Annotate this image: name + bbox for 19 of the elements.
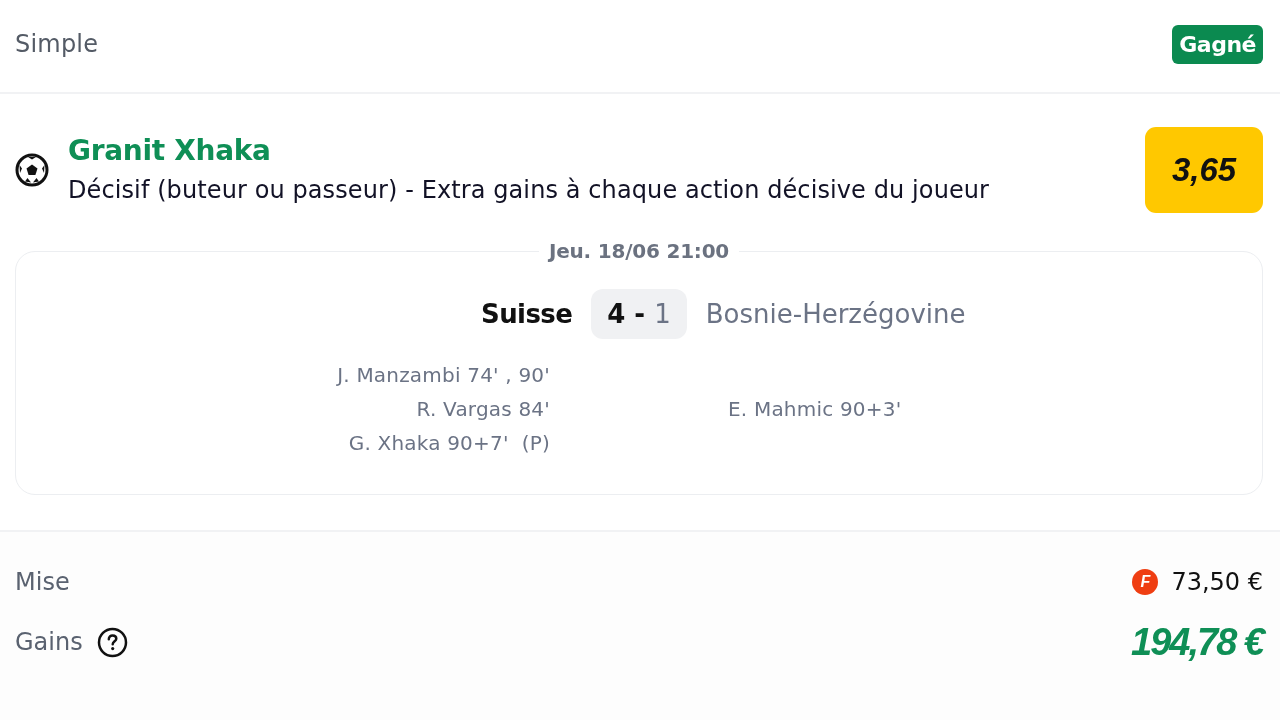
winnings-label: Gains	[15, 628, 83, 656]
soccer-ball-icon	[15, 153, 49, 187]
goal-scorer: G. Xhaka 90+7' (P)	[348, 430, 550, 457]
odds-button[interactable]: 3,65	[1145, 127, 1263, 213]
goal-scorer: R. Vargas 84'	[416, 396, 550, 423]
match-score: 4 - 1	[591, 289, 687, 339]
status-tag: Gagné	[1172, 24, 1263, 64]
stake-label: Mise	[15, 568, 70, 596]
goal-scorer: E. Mahmic 90+3'	[728, 396, 902, 423]
team-name: Suisse	[481, 298, 573, 330]
goal-scorer: J. Manzambi 74' , 90'	[337, 362, 550, 389]
stake-amount: 73,50 €	[1171, 568, 1263, 596]
help-icon[interactable]	[96, 626, 128, 658]
team-name: Bosnie-Herzégovine	[705, 298, 966, 330]
bet-type: Simple	[15, 30, 99, 58]
market-description: Décisif (buteur ou passeur) - Extra gains à chaque action décisive du joueur	[68, 175, 990, 206]
freebet-token: F	[1132, 569, 1159, 595]
player-name: Granit Xhaka	[68, 134, 271, 168]
winnings-amount: 194,78 €	[1131, 620, 1263, 664]
